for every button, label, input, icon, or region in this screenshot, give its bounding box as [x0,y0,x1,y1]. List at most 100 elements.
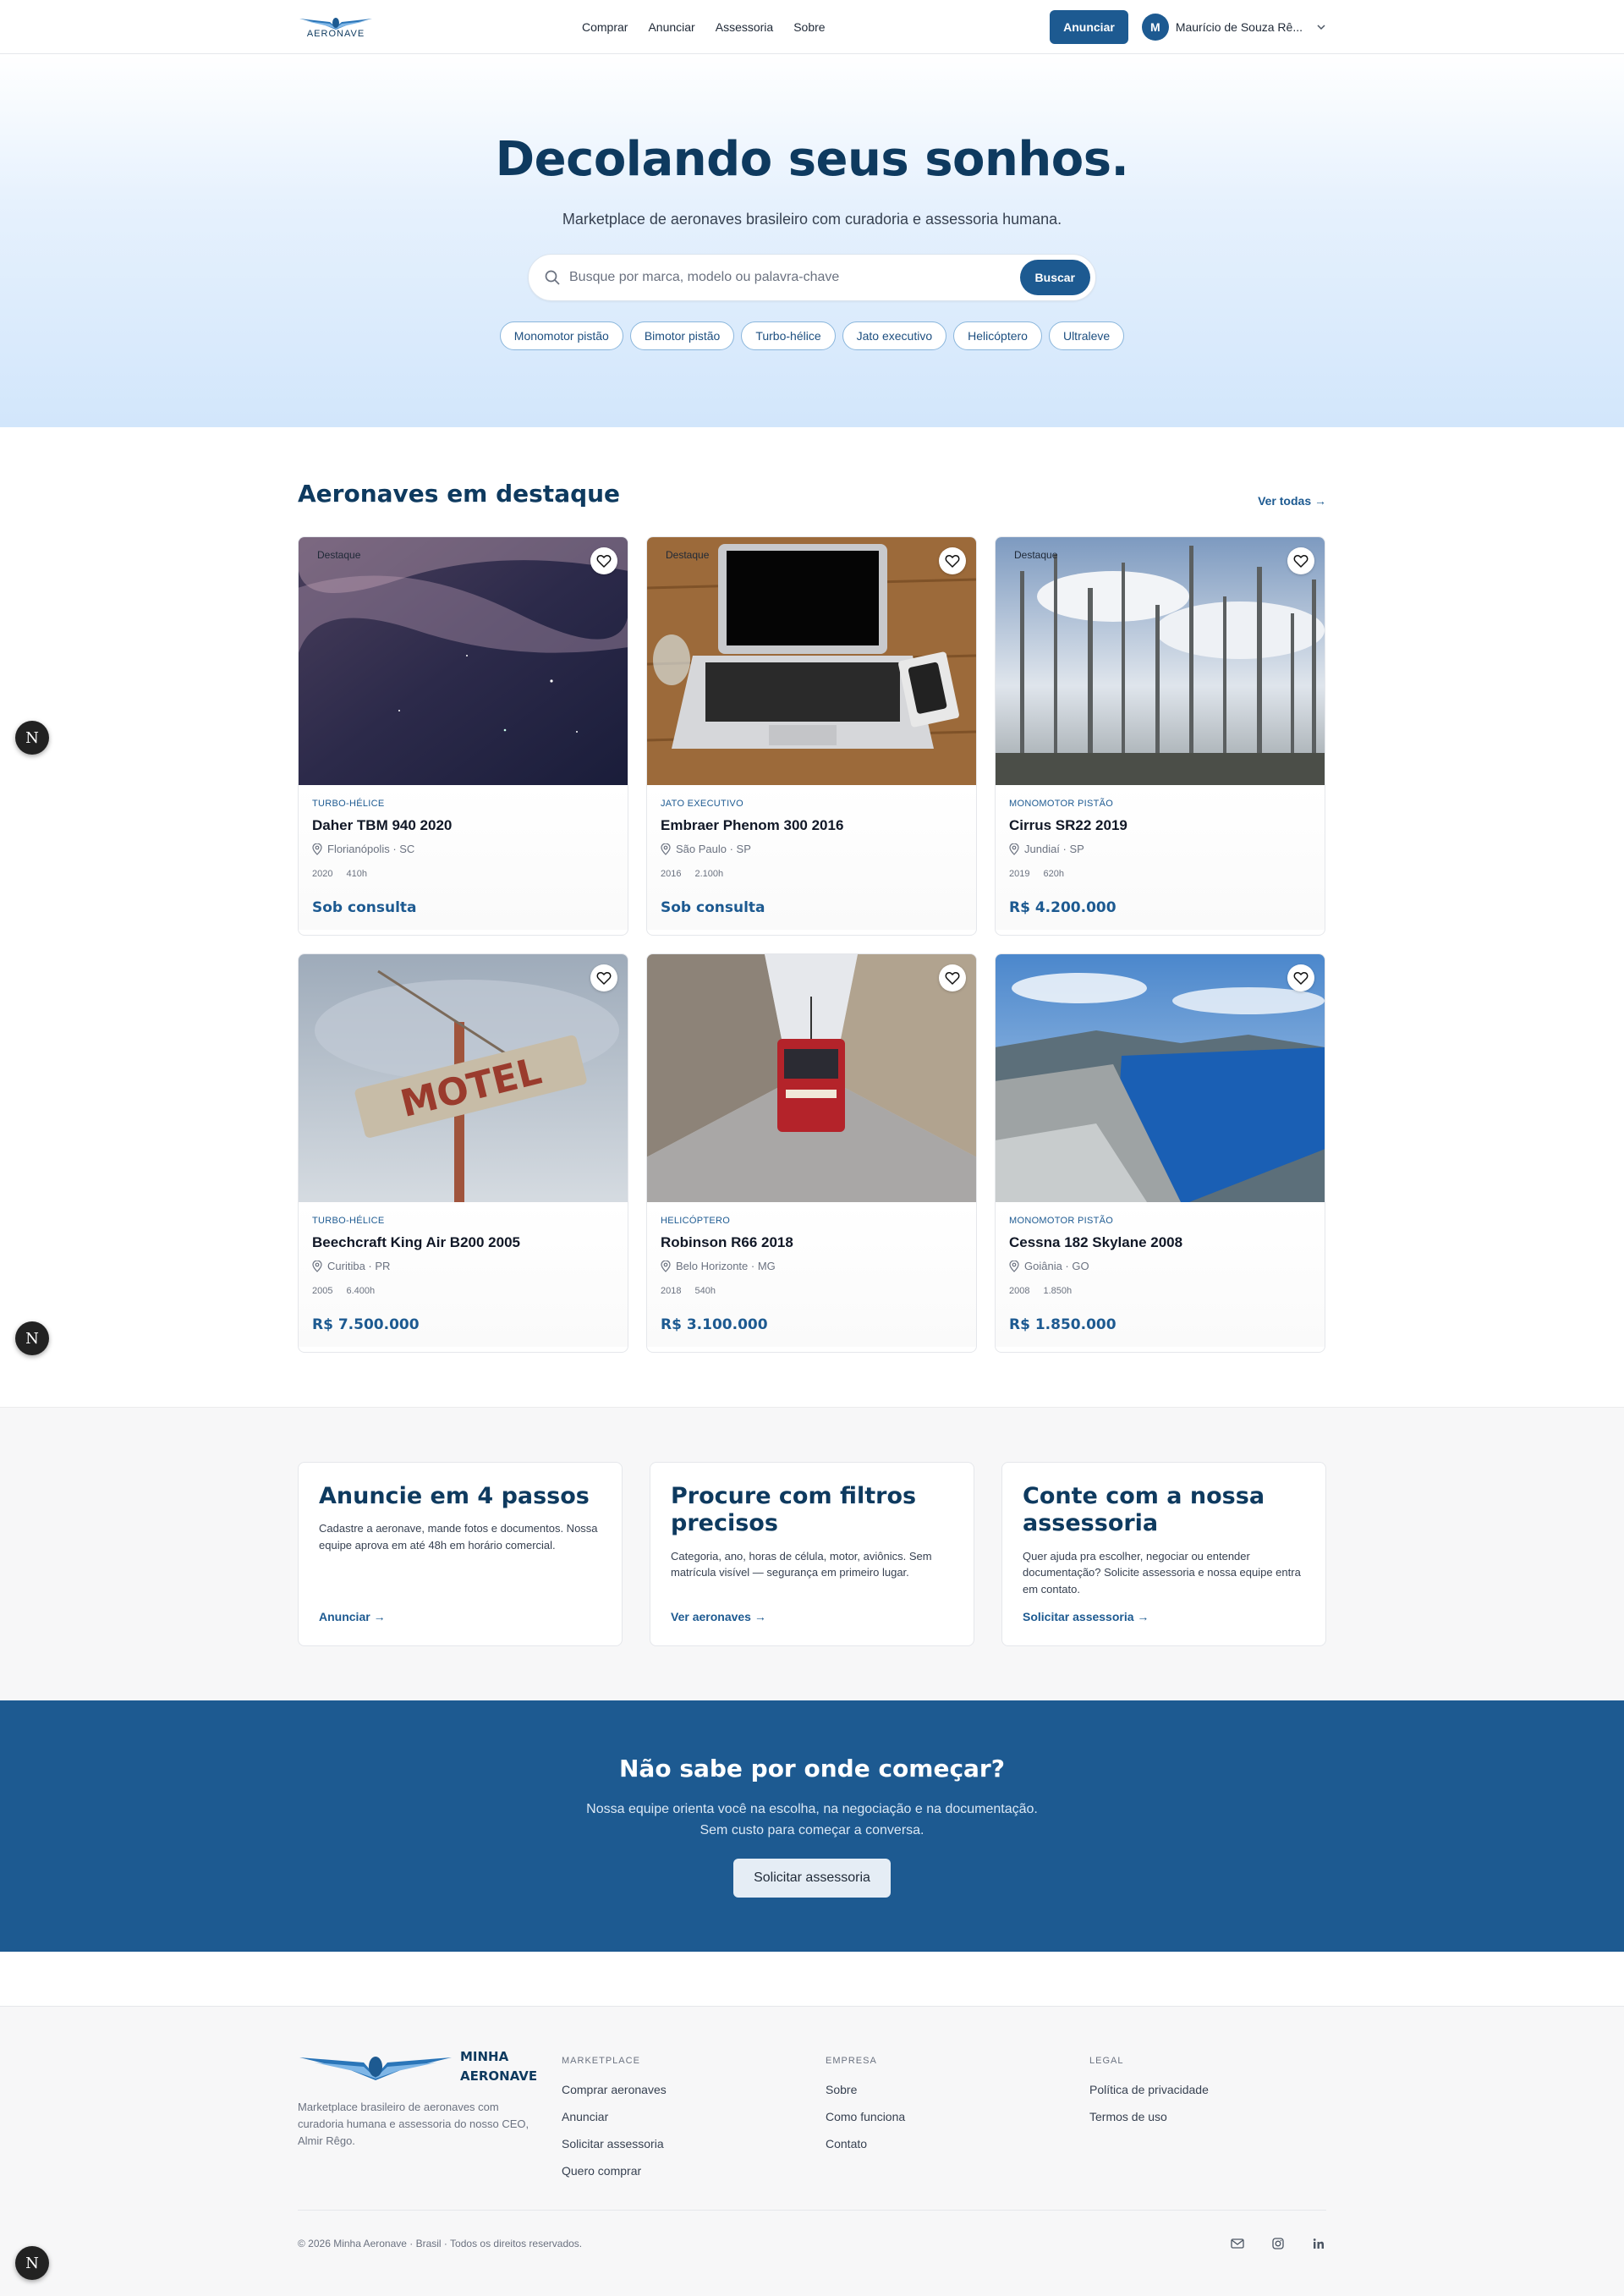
chip-turbo-helice[interactable]: Turbo-hélice [741,321,836,350]
footer-link-quero-comprar[interactable]: Quero comprar [562,2164,826,2178]
chip-jato-executivo[interactable]: Jato executivo [842,321,947,350]
aircraft-card[interactable]: MONOMOTOR PISTÃO Cessna 182 Skylane 2008… [995,953,1325,1353]
dev-badge-button[interactable]: N [15,721,49,755]
aircraft-hours: 620h [1043,869,1064,879]
aircraft-hours: 410h [346,869,367,879]
search-icon [545,270,560,285]
step-text: Quer ajuda pra escolher, negociar ou ent… [1023,1549,1301,1596]
aircraft-photo[interactable]: Destaque [299,537,628,785]
aircraft-title[interactable]: Cessna 182 Skylane 2008 [1009,1234,1311,1251]
user-menu[interactable]: M Maurício de Souza Rê... [1141,14,1326,41]
aircraft-price: R$ 3.100.000 [661,1316,768,1333]
aircraft-photo-image [647,954,976,1202]
aircraft-photo[interactable]: Destaque [647,537,976,785]
chip-monomotor-pistao[interactable]: Monomotor pistão [499,321,623,350]
footer-link-como-funciona[interactable]: Como funciona [826,2110,1089,2123]
site-footer: MINHA AERONAVE Marketplace brasileiro de… [0,2006,1624,2296]
cta-solicitar-button[interactable]: Solicitar assessoria [733,1858,891,1898]
avatar: M [1141,14,1169,41]
footer-col-legal: LEGAL Política de privacidade Termos de … [1089,2047,1326,2178]
footer-link-privacidade[interactable]: Política de privacidade [1089,2083,1326,2096]
dev-badge-button[interactable]: N [15,1321,49,1355]
step-title: Anuncie em 4 passos [319,1483,590,1509]
footer-brand: MINHA AERONAVE Marketplace brasileiro de… [298,2047,562,2178]
anunciar-button[interactable]: Anunciar [1050,10,1128,44]
cta-line-2: Sem custo para começar a conversa. [700,1822,924,1837]
aircraft-hours: 6.400h [346,1286,376,1296]
footer-link-solicitar-assessoria[interactable]: Solicitar assessoria [562,2137,826,2150]
highlight-badge: Destaque [666,549,710,561]
aircraft-card[interactable]: Destaque TURBO-HÉLICE Daher TBM 940 2020… [298,536,628,936]
aircraft-title[interactable]: Robinson R66 2018 [661,1234,963,1251]
aircraft-photo[interactable] [996,954,1325,1202]
nav-anunciar[interactable]: Anunciar [648,20,694,34]
aircraft-hours: 540h [694,1286,716,1296]
footer-link-anunciar[interactable]: Anunciar [562,2110,826,2123]
aircraft-category: TURBO-HÉLICE [312,799,385,809]
footer-link-comprar-aeronaves[interactable]: Comprar aeronaves [562,2083,826,2096]
footer-description: Marketplace brasileiro de aeronaves com … [298,2101,529,2148]
mail-icon[interactable] [1230,2236,1245,2251]
search-bar: Buscar [528,254,1096,301]
nav-assessoria[interactable]: Assessoria [716,20,773,34]
cta-line-1: Nossa equipe orienta você na escolha, na… [586,1802,1038,1816]
favorite-button[interactable] [939,547,966,574]
step-link-anunciar[interactable]: Anunciar → [319,1610,386,1623]
favorite-button[interactable] [939,964,966,991]
favorite-button[interactable] [1287,964,1314,991]
footer-brand-name: MINHA AERONAVE [460,2047,537,2085]
aircraft-card[interactable]: Destaque JATO EXECUTIVO Embraer Phenom 3… [646,536,977,936]
aircraft-price: R$ 7.500.000 [312,1316,420,1333]
chip-ultraleve[interactable]: Ultraleve [1048,321,1125,350]
step-link-ver-aeronaves[interactable]: Ver aeronaves → [671,1610,766,1623]
nav-comprar[interactable]: Comprar [582,20,628,34]
aircraft-card[interactable]: MOTEL TURBO-HÉLICE Beechcraft King Air B… [298,953,628,1353]
wings-logo-icon [299,2056,452,2080]
heart-icon [596,972,612,985]
aircraft-price: Sob consulta [661,899,765,916]
aircraft-info: TURBO-HÉLICE Daher TBM 940 2020 Florianó… [299,785,628,930]
aircraft-photo-image [996,537,1325,785]
linkedin-icon[interactable] [1311,2236,1326,2251]
aircraft-title[interactable]: Embraer Phenom 300 2016 [661,817,963,834]
chip-helicoptero[interactable]: Helicóptero [953,321,1042,350]
hero-title: Decolando seus sonhos. [495,132,1129,187]
aircraft-title[interactable]: Beechcraft King Air B200 2005 [312,1234,614,1251]
aircraft-meta: 2019 620h [1009,869,1311,879]
location-pin-icon [661,1260,671,1272]
aircraft-photo[interactable]: Destaque [996,537,1325,785]
site-logo[interactable]: AERONAVE [298,15,374,39]
favorite-button[interactable] [590,547,617,574]
footer-link-sobre[interactable]: Sobre [826,2083,1089,2096]
footer-logo[interactable]: MINHA AERONAVE [298,2047,562,2085]
aircraft-location: São Paulo · SP [661,843,963,855]
footer-link-contato[interactable]: Contato [826,2137,1089,2150]
location-pin-icon [661,843,671,855]
aircraft-location: Belo Horizonte · MG [661,1260,963,1272]
see-all-link[interactable]: Ver todas → [1258,494,1326,508]
aircraft-info: MONOMOTOR PISTÃO Cessna 182 Skylane 2008… [996,1202,1325,1347]
aircraft-photo[interactable]: MOTEL [299,954,628,1202]
aircraft-photo[interactable] [647,954,976,1202]
aircraft-card[interactable]: Destaque MONOMOTOR PISTÃO Cirrus SR22 20… [995,536,1325,936]
instagram-icon[interactable] [1270,2236,1286,2251]
search-input[interactable] [569,270,1020,285]
logo-text: AERONAVE [306,29,365,39]
search-button[interactable]: Buscar [1019,260,1090,295]
dev-badge-button[interactable]: N [15,2246,49,2280]
user-name: Maurício de Souza Rê... [1175,20,1303,34]
aircraft-meta: 2005 6.400h [312,1286,614,1296]
aircraft-category: HELICÓPTERO [661,1216,731,1226]
aircraft-card[interactable]: HELICÓPTERO Robinson R66 2018 Belo Horiz… [646,953,977,1353]
aircraft-title[interactable]: Cirrus SR22 2019 [1009,817,1311,834]
footer-link-termos[interactable]: Termos de uso [1089,2110,1326,2123]
favorite-button[interactable] [590,964,617,991]
chip-bimotor-pistao[interactable]: Bimotor pistão [629,321,735,350]
social-links [1230,2236,1326,2251]
step-link-solicitar-assessoria[interactable]: Solicitar assessoria → [1023,1610,1149,1623]
aircraft-location: Goiânia · GO [1009,1260,1311,1272]
aircraft-year: 2020 [312,869,333,879]
favorite-button[interactable] [1287,547,1314,574]
aircraft-title[interactable]: Daher TBM 940 2020 [312,817,614,834]
nav-sobre[interactable]: Sobre [793,20,825,34]
